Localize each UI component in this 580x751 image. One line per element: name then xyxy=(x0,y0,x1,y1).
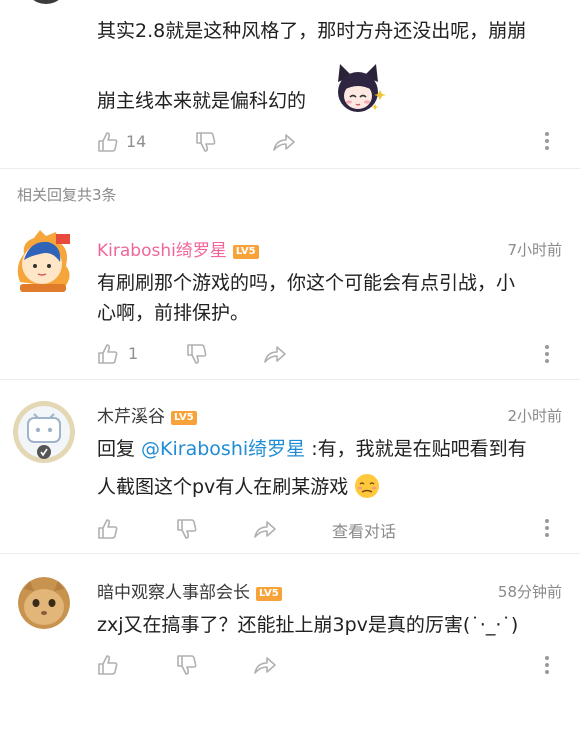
like-button[interactable] xyxy=(97,343,119,365)
timestamp: 7小时前 xyxy=(507,241,562,259)
reply-text: 人截图这个pv有人在刷某游戏 xyxy=(97,476,349,498)
more-dot-icon xyxy=(545,146,549,150)
share-arrow-icon xyxy=(254,657,276,674)
level-badge: LV5 xyxy=(171,411,197,425)
share-arrow-icon xyxy=(264,346,286,363)
avatar[interactable] xyxy=(18,577,70,629)
more-dot-icon xyxy=(545,345,549,349)
replies-count-header: 相关回复共3条 xyxy=(17,186,117,204)
thumbs-up-icon xyxy=(98,519,118,539)
more-dot-icon xyxy=(545,359,549,363)
level-badge: LV5 xyxy=(256,587,282,601)
mention-link[interactable]: @Kiraboshi绮罗星 xyxy=(141,438,305,460)
more-dot-icon xyxy=(545,670,549,674)
avatar[interactable] xyxy=(10,226,78,298)
timestamp: 2小时前 xyxy=(507,407,562,425)
dislike-button[interactable] xyxy=(195,131,217,153)
view-conversation-button[interactable]: 查看对话 xyxy=(332,518,396,542)
reply-line-1: zxj又在搞事了？还能扯上崩3pv是真的厉害(˙·_·˙) xyxy=(97,614,519,636)
divider xyxy=(0,553,580,554)
share-button[interactable] xyxy=(253,655,277,675)
more-options-button[interactable] xyxy=(545,132,549,153)
like-button[interactable] xyxy=(97,654,119,676)
thumbs-down-icon xyxy=(177,519,197,539)
username-link[interactable]: 木芹溪谷 xyxy=(97,407,165,427)
reply-text: :有，我就是在贴吧看到有 xyxy=(305,438,527,460)
more-dot-icon xyxy=(545,533,549,537)
reply-line-2: 心啊，前排保护。 xyxy=(97,302,250,324)
share-button[interactable] xyxy=(263,344,287,364)
divider xyxy=(0,379,580,380)
top-comment-line-2: 崩主线本来就是偏科幻的 xyxy=(97,90,307,112)
dislike-button[interactable] xyxy=(176,654,198,676)
reply-author-row: Kiraboshi绮罗星 LV5 xyxy=(97,236,259,261)
thumbs-down-icon xyxy=(187,344,207,364)
avatar-partial[interactable] xyxy=(24,0,68,4)
share-button[interactable] xyxy=(272,132,296,152)
username-link[interactable]: 暗中观察人事部会长 xyxy=(97,583,250,603)
reply-line-2: 人截图这个pv有人在刷某游戏 xyxy=(97,472,380,502)
more-options-button[interactable] xyxy=(545,345,549,366)
thumbs-up-icon xyxy=(98,132,118,152)
top-comment-line-1: 其实2.8就是这种风格了，那时方舟还没出呢，崩崩 xyxy=(97,20,527,42)
more-options-button[interactable] xyxy=(545,656,549,677)
reply-prefix: 回复 xyxy=(97,438,142,460)
like-count: 1 xyxy=(128,344,139,363)
thumbs-up-icon xyxy=(98,344,118,364)
thumbs-down-icon xyxy=(196,132,216,152)
emoji-sad-face-icon xyxy=(354,473,380,499)
share-arrow-icon xyxy=(254,521,276,538)
more-dot-icon xyxy=(545,656,549,660)
dislike-button[interactable] xyxy=(176,518,198,540)
divider xyxy=(0,168,580,169)
timestamp: 58分钟前 xyxy=(497,583,562,601)
like-button[interactable] xyxy=(97,518,119,540)
username-link[interactable]: Kiraboshi绮罗星 xyxy=(97,241,227,261)
like-button[interactable] xyxy=(97,131,119,153)
reply-line-1: 回复 @Kiraboshi绮罗星 :有，我就是在贴吧看到有 xyxy=(97,434,527,464)
level-badge: LV5 xyxy=(232,245,259,259)
dislike-button[interactable] xyxy=(186,343,208,365)
thumbs-up-icon xyxy=(98,655,118,675)
reply-author-row: 暗中观察人事部会长 LV5 xyxy=(97,578,282,603)
share-arrow-icon xyxy=(273,134,295,151)
reply-author-row: 木芹溪谷 LV5 xyxy=(97,402,197,427)
reply-line-1: 有刷刷那个游戏的吗，你这个可能会有点引战，小 xyxy=(97,272,516,294)
like-count: 14 xyxy=(126,132,147,151)
avatar[interactable] xyxy=(12,400,76,464)
more-dot-icon xyxy=(545,139,549,143)
more-dot-icon xyxy=(545,132,549,136)
more-dot-icon xyxy=(545,526,549,530)
more-options-button[interactable] xyxy=(545,519,549,540)
more-dot-icon xyxy=(545,352,549,356)
more-dot-icon xyxy=(545,663,549,667)
sticker-cat-girl-image xyxy=(330,60,386,116)
share-button[interactable] xyxy=(253,519,277,539)
more-dot-icon xyxy=(545,519,549,523)
thumbs-down-icon xyxy=(177,655,197,675)
